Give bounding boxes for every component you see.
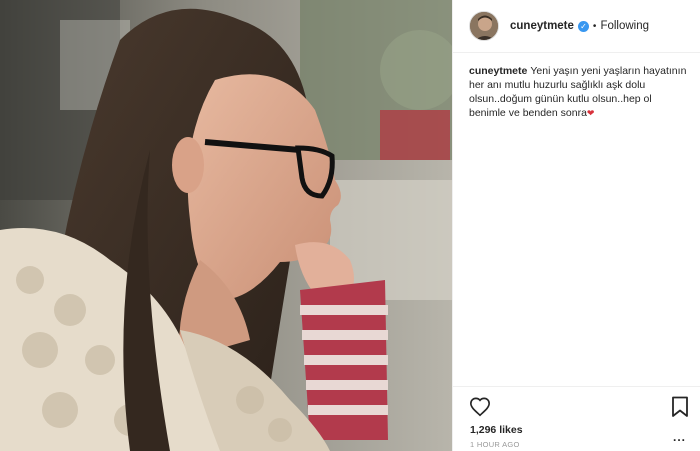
instagram-post: cuneytmete ✓ • Following cuneytmete Yeni … — [0, 0, 700, 451]
avatar[interactable] — [469, 11, 499, 41]
action-bar — [453, 386, 700, 426]
post-sidebar: cuneytmete ✓ • Following cuneytmete Yeni … — [452, 0, 700, 451]
more-options-icon[interactable]: ... — [673, 430, 686, 444]
post-timestamp: 1 HOUR AGO — [470, 440, 520, 449]
avatar-image — [470, 12, 498, 40]
verified-badge-icon: ✓ — [577, 20, 589, 32]
bookmark-icon[interactable] — [671, 396, 689, 418]
post-photo[interactable] — [0, 0, 452, 451]
post-caption: cuneytmete Yeni yaşın yeni yaşların hayat… — [469, 64, 691, 120]
username-link[interactable]: cuneytmete — [510, 20, 574, 32]
likes-count[interactable]: 1,296 likes — [470, 424, 523, 436]
post-header: cuneytmete ✓ • Following — [453, 0, 700, 53]
separator-dot: • — [592, 20, 597, 32]
caption-username-link[interactable]: cuneytmete — [469, 65, 527, 77]
heart-outline-icon[interactable] — [469, 396, 491, 418]
post-photo-illustration — [0, 0, 452, 451]
heart-emoji: ❤ — [586, 108, 595, 118]
following-button[interactable]: Following — [600, 20, 649, 32]
